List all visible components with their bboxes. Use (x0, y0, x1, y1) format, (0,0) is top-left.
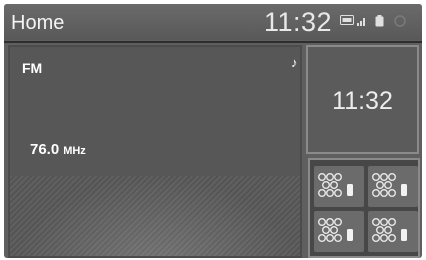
preset-button-3[interactable] (314, 211, 364, 252)
frequency-value: 76.0 (30, 141, 60, 158)
audio-source-label: FM (22, 60, 43, 76)
preset-dots-icon (318, 173, 353, 198)
header-divider (4, 41, 422, 43)
frequency-unit: MHz (63, 145, 86, 157)
page-title: Home (11, 12, 65, 34)
presets-widget[interactable] (308, 158, 420, 258)
preset-dots-icon (318, 218, 353, 243)
preset-button-4[interactable] (368, 211, 418, 252)
clock-widget-time: 11:32 (332, 87, 393, 115)
preset-button-1[interactable] (314, 166, 364, 207)
status-clock: 11:32 (264, 7, 333, 37)
power-icon (394, 15, 406, 27)
bluetooth-icon (340, 15, 354, 25)
music-note-icon: ♪ (291, 55, 298, 70)
frequency-readout: 76.0 MHz (30, 141, 86, 159)
status-bar: Home 11:32 (4, 4, 422, 40)
head-unit-screen: Home 11:32 FM ♪ 76.0 MHz 11:32 (4, 4, 422, 258)
preset-dots-icon (372, 218, 407, 243)
preset-dots-icon (372, 173, 407, 198)
phone-battery-icon (375, 15, 384, 27)
clock-widget[interactable]: 11:32 (306, 45, 419, 154)
preset-button-2[interactable] (368, 166, 418, 207)
signal-bars-icon (357, 18, 365, 26)
audio-panel[interactable]: FM ♪ 76.0 MHz (8, 45, 302, 258)
